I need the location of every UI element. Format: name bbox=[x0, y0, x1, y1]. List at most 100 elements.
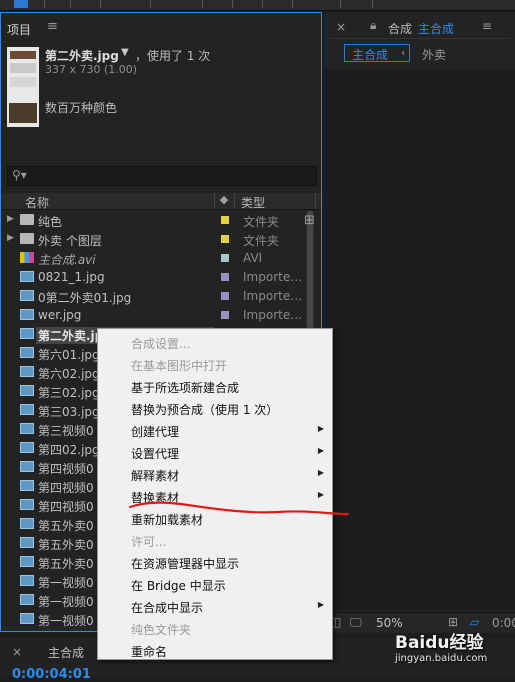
composition-viewer[interactable] bbox=[324, 70, 515, 610]
tab-project[interactable]: 项目 bbox=[7, 21, 31, 38]
pan-behind-tool-icon[interactable] bbox=[202, 0, 217, 8]
tab-composition[interactable]: 主合成 bbox=[418, 20, 454, 37]
menu-item[interactable]: 基于所选项新建合成 bbox=[98, 375, 332, 397]
panel-menu-icon[interactable]: ≡ bbox=[482, 19, 492, 33]
item-label: 主合成.avi bbox=[38, 253, 96, 267]
image-file-icon bbox=[20, 290, 34, 301]
current-time[interactable]: 0:00 bbox=[492, 616, 515, 630]
menu-item[interactable]: 解释素材 ▶ bbox=[98, 463, 332, 485]
item-label: 纯色 bbox=[38, 215, 63, 229]
label-color-swatch[interactable] bbox=[221, 311, 229, 319]
image-file-icon bbox=[20, 575, 34, 586]
rotate-tool-icon[interactable] bbox=[100, 0, 115, 8]
new-composition-icon[interactable]: ▣ bbox=[57, 629, 68, 631]
search-input[interactable]: ⚲▾ bbox=[7, 166, 317, 186]
item-label: 第六01.jpg bbox=[38, 348, 100, 362]
menu-item[interactable]: 在 Bridge 中显示 bbox=[98, 573, 332, 595]
label-color-swatch[interactable] bbox=[221, 235, 229, 243]
file-row[interactable]: 0821_1.jpg Importe…G bbox=[1, 268, 305, 287]
breadcrumb-separator-icon: ‹ bbox=[401, 46, 406, 59]
search-icon: ⚲▾ bbox=[12, 168, 27, 182]
expand-arrow-icon[interactable]: ▶ bbox=[7, 214, 14, 224]
puppet-tool-icon[interactable] bbox=[372, 0, 387, 8]
monitor-icon[interactable]: 🖵︎ bbox=[350, 615, 362, 630]
asset-dropdown-icon[interactable]: ▼ bbox=[121, 47, 129, 58]
breadcrumb-item-waimai[interactable]: 外卖 bbox=[422, 46, 446, 63]
divider bbox=[330, 38, 510, 39]
label-color-swatch[interactable] bbox=[221, 254, 229, 262]
close-icon[interactable]: × bbox=[12, 645, 22, 659]
column-name[interactable]: 名称 bbox=[25, 194, 49, 211]
image-file-icon bbox=[20, 480, 34, 491]
file-row[interactable]: wer.jpg Importe…G bbox=[1, 306, 305, 325]
item-label: 外卖 个图层 bbox=[38, 234, 102, 248]
label-tag-icon[interactable]: ◆ bbox=[216, 193, 232, 209]
item-type: AVI bbox=[243, 251, 263, 265]
item-label: 第三视频0 bbox=[38, 424, 94, 438]
grid-icon[interactable]: ⊞ bbox=[448, 615, 458, 629]
item-label: 第三02.jpg bbox=[38, 386, 100, 400]
expand-arrow-icon[interactable]: ▶ bbox=[7, 233, 14, 243]
image-file-icon bbox=[20, 499, 34, 510]
panel-menu-icon[interactable]: ≡ bbox=[47, 19, 58, 34]
image-file-icon bbox=[20, 271, 34, 282]
camera-tool-icon[interactable] bbox=[150, 0, 165, 8]
asset-thumbnail bbox=[7, 47, 39, 127]
item-label: 第四视频0 bbox=[38, 462, 94, 476]
zoom-tool-icon[interactable] bbox=[70, 0, 85, 8]
mask-icon[interactable]: ▱ bbox=[470, 615, 479, 629]
menu-item: 许可... bbox=[98, 529, 332, 551]
pen-tool-icon[interactable] bbox=[232, 0, 247, 8]
interpret-footage-icon[interactable]: ▤ bbox=[5, 629, 16, 631]
folder-icon bbox=[20, 233, 34, 244]
video-file-icon bbox=[20, 252, 34, 263]
submenu-arrow-icon: ▶ bbox=[317, 468, 324, 477]
timecode[interactable]: 0:00:04:01 bbox=[12, 667, 91, 682]
type-tool-icon[interactable] bbox=[262, 0, 277, 8]
brush-tool-icon[interactable] bbox=[292, 0, 307, 8]
selection-tool-icon[interactable] bbox=[14, 0, 28, 8]
image-file-icon bbox=[20, 613, 34, 624]
label-color-swatch[interactable] bbox=[221, 273, 229, 281]
item-type: Importe…G bbox=[243, 308, 301, 322]
menu-item[interactable]: 在合成中显示 ▶ bbox=[98, 595, 332, 617]
menu-item[interactable]: 在资源管理器中显示 bbox=[98, 551, 332, 573]
submenu-arrow-icon: ▶ bbox=[317, 446, 324, 455]
menu-item-label: 在 Bridge 中显示 bbox=[131, 579, 226, 593]
submenu-arrow-icon: ▶ bbox=[317, 600, 324, 609]
menu-item-label: 在基本图形中打开 bbox=[131, 359, 228, 373]
file-row[interactable]: 0第二外卖01.jpg Importe…G bbox=[1, 287, 305, 306]
menu-item[interactable]: 替换为预合成（使用 1 次） bbox=[98, 397, 332, 419]
breadcrumb-item-main[interactable]: 主合成 bbox=[352, 46, 388, 63]
image-file-icon bbox=[20, 385, 34, 396]
image-file-icon bbox=[20, 556, 34, 567]
item-label: 第四视频0 bbox=[38, 481, 94, 495]
new-folder-icon[interactable]: ▭ bbox=[31, 629, 42, 631]
flowchart-icon[interactable]: ⊞ bbox=[304, 213, 315, 228]
close-icon[interactable]: × bbox=[336, 20, 346, 34]
lock-icon[interactable]: 🔒︎ bbox=[370, 18, 376, 33]
image-file-icon bbox=[20, 461, 34, 472]
tab-timeline-comp[interactable]: 主合成 bbox=[48, 644, 84, 661]
eraser-tool-icon[interactable] bbox=[340, 0, 355, 8]
label-color-swatch[interactable] bbox=[221, 216, 229, 224]
folder-row[interactable]: ▶ 外卖 个图层 文件夹 bbox=[1, 230, 305, 249]
scrollbar-thumb[interactable] bbox=[307, 211, 313, 331]
item-label: 第一视频0 bbox=[38, 576, 94, 590]
menu-item[interactable]: 创建代理 ▶ bbox=[98, 419, 332, 441]
file-row[interactable]: 主合成.avi AVI bbox=[1, 249, 305, 268]
image-file-icon bbox=[20, 347, 34, 358]
menu-item[interactable]: 设置代理 ▶ bbox=[98, 441, 332, 463]
image-file-icon bbox=[20, 328, 34, 339]
folder-row[interactable]: ▶ 纯色 文件夹 bbox=[1, 211, 305, 230]
item-label: 第五外卖0 bbox=[38, 519, 94, 533]
item-label: 第五外卖0 bbox=[38, 538, 94, 552]
image-file-icon bbox=[20, 423, 34, 434]
asset-usage: ，使用了 1 次 bbox=[135, 49, 211, 63]
menu-item[interactable]: 重命名 bbox=[98, 639, 332, 661]
asset-color-depth: 数百万种颜色 bbox=[45, 101, 118, 115]
label-color-swatch[interactable] bbox=[221, 292, 229, 300]
image-file-icon bbox=[20, 309, 34, 320]
hand-tool-icon[interactable] bbox=[44, 0, 59, 8]
column-type[interactable]: 类型 bbox=[241, 194, 265, 211]
